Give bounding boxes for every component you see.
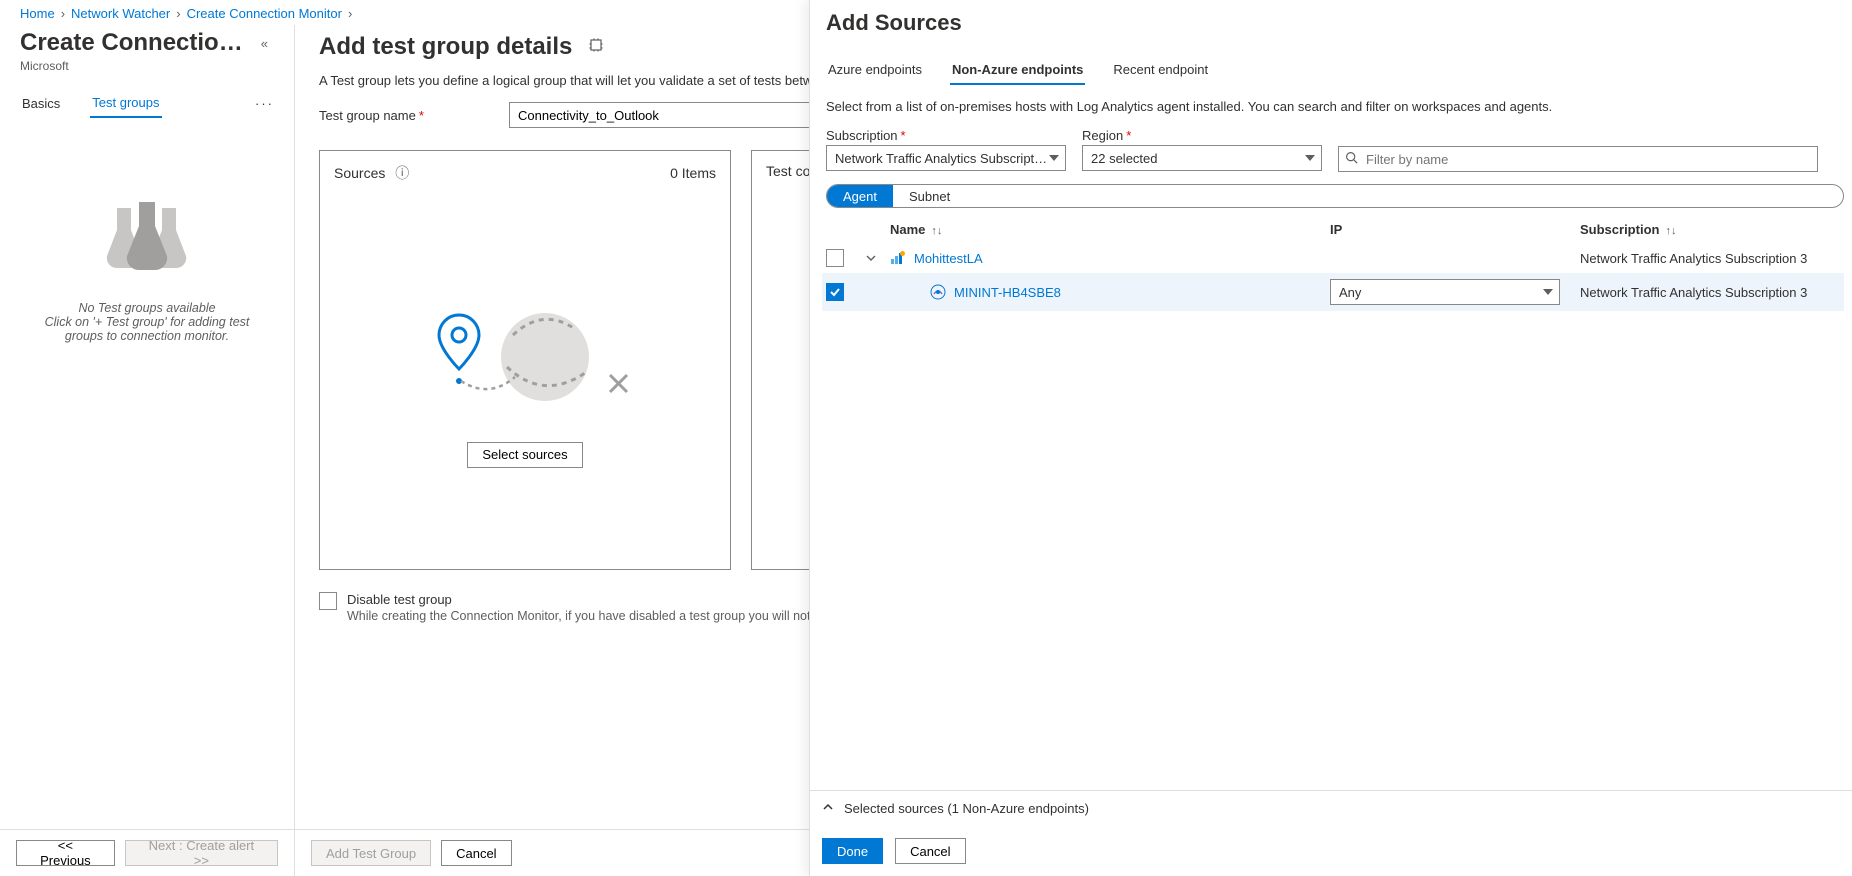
left-tabs: Basics Test groups ··· (20, 89, 274, 118)
sources-table: Name↑↓ IP Subscription↑↓ (822, 216, 1844, 311)
empty-state: No Test groups available Click on '+ Tes… (20, 198, 274, 816)
crumb-home[interactable]: Home (20, 6, 55, 21)
cancel-test-group-button[interactable]: Cancel (441, 840, 511, 866)
add-test-group-button[interactable]: Add Test Group (311, 840, 431, 866)
search-icon (1345, 151, 1358, 167)
sources-box: Sources ⓘ 0 Items (319, 150, 731, 570)
add-sources-blade: Add Sources Azure endpoints Non-Azure en… (809, 0, 1852, 876)
page-title: Create Connection… (20, 29, 255, 57)
selected-sources-bar[interactable]: Selected sources (1 Non-Azure endpoints) (810, 790, 1852, 826)
panel-title: Add test group details (319, 33, 572, 61)
col-subscription[interactable]: Subscription↑↓ (1580, 222, 1840, 237)
crumb-create-cm[interactable]: Create Connection Monitor (187, 6, 342, 21)
region-label: Region* (1082, 128, 1322, 143)
sources-header: Sources (334, 165, 385, 181)
left-panel: Create Connection… « Microsoft Basics Te… (0, 25, 295, 876)
agent-icon (930, 284, 946, 300)
chevron-up-icon (822, 801, 834, 816)
filter-by-name-input[interactable] (1338, 146, 1818, 172)
tab-basics[interactable]: Basics (20, 90, 62, 117)
col-name[interactable]: Name↑↓ (890, 222, 1330, 237)
collapse-icon[interactable]: « (255, 30, 274, 57)
done-button[interactable]: Done (822, 838, 883, 864)
expand-icon[interactable] (866, 251, 890, 266)
tg-name-label: Test group name* (319, 108, 509, 123)
blade-tabs: Azure endpoints Non-Azure endpoints Rece… (822, 56, 1844, 85)
row-checkbox[interactable] (826, 249, 844, 267)
row-subscription: Network Traffic Analytics Subscription 3 (1580, 251, 1840, 266)
blade-help-text: Select from a list of on-premises hosts … (822, 99, 1844, 114)
workspace-icon (890, 250, 906, 266)
crumb-separator: › (348, 6, 352, 21)
crumb-separator: › (176, 6, 180, 21)
chevron-down-icon (1305, 155, 1315, 161)
page-subtitle: Microsoft (20, 59, 274, 73)
blade-footer: Done Cancel (810, 826, 1852, 876)
select-sources-button[interactable]: Select sources (467, 442, 582, 468)
info-icon[interactable]: ⓘ (395, 165, 409, 181)
empty-line: groups to connection monitor. (65, 329, 229, 343)
subscription-dropdown[interactable]: Network Traffic Analytics Subscriptio… (826, 145, 1066, 171)
tab-azure-endpoints[interactable]: Azure endpoints (826, 56, 924, 85)
row-name-text: MohittestLA (914, 251, 983, 266)
region-dropdown[interactable]: 22 selected (1082, 145, 1322, 171)
tab-non-azure-endpoints[interactable]: Non-Azure endpoints (950, 56, 1085, 85)
chevron-down-icon (1049, 155, 1059, 161)
row-subscription: Network Traffic Analytics Subscription 3 (1580, 285, 1840, 300)
table-row[interactable]: MohittestLA Network Traffic Analytics Su… (822, 243, 1844, 273)
left-footer: << Previous Next : Create alert >> (0, 829, 294, 876)
sources-item-count: 0 Items (670, 165, 716, 181)
previous-button[interactable]: << Previous (16, 840, 115, 866)
tabs-overflow-icon[interactable]: ··· (255, 96, 274, 111)
toggle-agent[interactable]: Agent (827, 185, 893, 207)
empty-line: No Test groups available (78, 301, 215, 315)
row-name-text: MININT-HB4SBE8 (954, 285, 1061, 300)
chevron-down-icon (1543, 289, 1553, 295)
next-button[interactable]: Next : Create alert >> (125, 840, 278, 866)
crumb-network-watcher[interactable]: Network Watcher (71, 6, 170, 21)
row-checkbox[interactable] (826, 283, 844, 301)
selected-sources-text: Selected sources (1 Non-Azure endpoints) (844, 801, 1089, 816)
subscription-label: Subscription* (826, 128, 1066, 143)
agent-subnet-toggle[interactable]: Agent Subnet (826, 184, 1844, 208)
flasks-icon (102, 198, 192, 281)
tab-test-groups[interactable]: Test groups (90, 89, 161, 118)
empty-line: Click on '+ Test group' for adding test (45, 315, 250, 329)
table-row[interactable]: MININT-HB4SBE8 Any Network Traffic Analy… (822, 273, 1844, 311)
pin-icon[interactable] (588, 38, 604, 57)
blade-title: Add Sources (822, 10, 1844, 36)
sources-illustration-icon (415, 297, 635, 420)
blade-cancel-button[interactable]: Cancel (895, 838, 965, 864)
disable-test-group-checkbox[interactable] (319, 592, 337, 610)
row-ip-dropdown[interactable]: Any (1330, 279, 1580, 305)
tab-recent-endpoint[interactable]: Recent endpoint (1111, 56, 1210, 85)
toggle-subnet[interactable]: Subnet (893, 185, 966, 207)
col-ip[interactable]: IP (1330, 222, 1580, 237)
crumb-separator: › (61, 6, 65, 21)
